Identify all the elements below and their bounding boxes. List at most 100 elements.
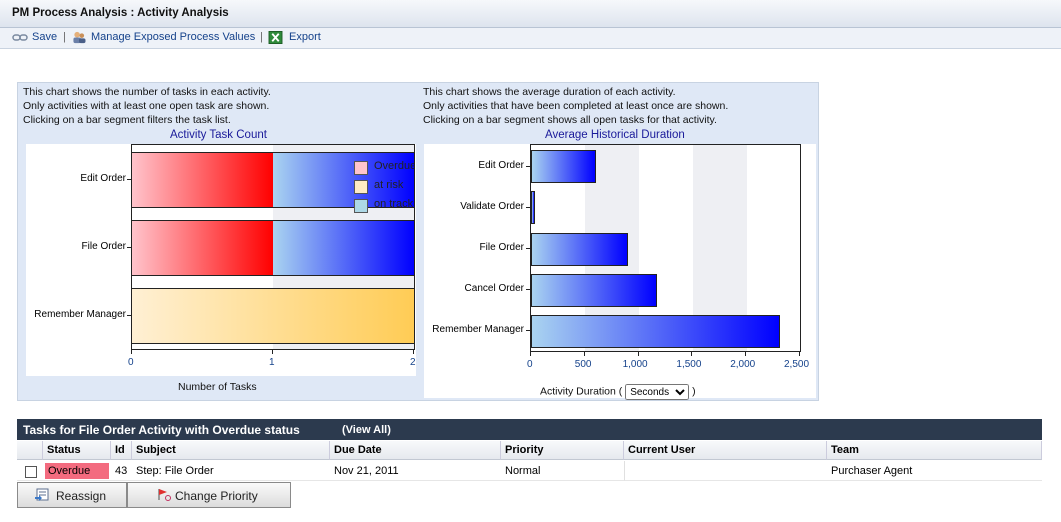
priority-cell: Normal xyxy=(501,461,624,481)
column-header-current-user[interactable]: Current User xyxy=(624,441,827,460)
task-count-chart-title: Activity Task Count xyxy=(170,129,267,141)
subject-cell[interactable]: Step: File Order xyxy=(132,461,330,481)
x-tick-mark xyxy=(745,351,747,356)
id-cell: 43 xyxy=(111,461,132,481)
duration-chart: Activity Duration ( Seconds ) Edit Order… xyxy=(424,144,816,400)
column-header-due-date[interactable]: Due Date xyxy=(330,441,501,460)
x-tick-label: 2,000 xyxy=(730,359,756,370)
y-tick-mark xyxy=(127,179,131,180)
priority-icon xyxy=(158,489,171,501)
charts-panel: This chart shows the number of tasks in … xyxy=(17,82,819,401)
link-icon[interactable] xyxy=(12,31,28,44)
task-count-description: This chart shows the number of tasks in … xyxy=(23,85,271,127)
y-tick-label: Cancel Order xyxy=(464,283,524,295)
y-tick-label: File Order xyxy=(479,242,524,253)
toolbar-separator: | xyxy=(260,31,263,43)
task-grid-header: Tasks for File Order Activity with Overd… xyxy=(17,419,1042,440)
x-tick-mark xyxy=(691,351,693,356)
task-count-chart: Overdue at risk on track Number of Tasks E… xyxy=(26,144,416,393)
y-tick-label: Edit Order xyxy=(80,173,126,184)
column-header-team[interactable]: Team xyxy=(827,441,1042,460)
bar-segment-overdue[interactable] xyxy=(132,152,273,208)
y-tick-label: Validate Order xyxy=(460,200,524,212)
bar-segment-at-risk[interactable] xyxy=(132,288,414,344)
excel-icon[interactable] xyxy=(268,31,283,44)
reassign-icon xyxy=(35,488,49,501)
description-line: This chart shows the number of tasks in … xyxy=(23,86,271,98)
x-tick-mark xyxy=(131,349,132,354)
status-badge: Overdue xyxy=(45,463,109,479)
view-all-link[interactable]: (View All) xyxy=(342,424,391,436)
bar-segment-on-track[interactable] xyxy=(273,220,414,276)
duration-x-axis-title: Activity Duration ( Seconds ) xyxy=(540,384,696,400)
bar-segment-overdue[interactable] xyxy=(132,220,273,276)
x-tick-mark xyxy=(799,351,800,356)
description-line: Only activities with at least one open t… xyxy=(23,100,270,112)
description-line: Clicking on a bar segment filters the ta… xyxy=(23,114,231,126)
x-tick-mark xyxy=(637,351,639,356)
description-line: Only activities that have been completed… xyxy=(423,100,729,112)
y-tick-mark xyxy=(526,206,530,208)
page-title: PM Process Analysis : Activity Analysis xyxy=(12,7,229,19)
x-tick-label: 1,500 xyxy=(676,359,702,370)
legend-label: Overdue xyxy=(374,160,414,172)
y-tick-mark xyxy=(526,248,530,249)
due-date-cell: Nov 21, 2011 xyxy=(330,461,501,481)
y-tick-mark xyxy=(526,165,530,167)
duration-description: This chart shows the average duration of… xyxy=(423,85,728,127)
duration-bar[interactable] xyxy=(531,273,657,307)
reassign-button[interactable]: Reassign xyxy=(17,482,127,508)
duration-plot-area xyxy=(530,144,801,352)
x-tick-mark xyxy=(583,351,585,356)
toolbar: Save | Manage Exposed Process Values | E… xyxy=(0,28,1061,49)
y-tick-label: Remember Manager xyxy=(432,324,524,336)
users-icon[interactable] xyxy=(71,31,87,44)
x-tick-label: 2,500 xyxy=(784,359,810,370)
x-tick-label: 0 xyxy=(128,357,134,368)
description-line: This chart shows the average duration of… xyxy=(423,86,676,98)
task-count-legend: Overdue at risk on track xyxy=(352,159,414,217)
x-tick-label: 0 xyxy=(527,359,533,370)
x-tick-label: 2 xyxy=(410,357,416,368)
y-tick-mark xyxy=(127,315,131,316)
legend-swatch xyxy=(354,180,368,194)
legend-swatch xyxy=(354,199,368,213)
duration-bar[interactable] xyxy=(531,150,596,184)
legend-swatch xyxy=(354,161,368,175)
y-tick-label: Remember Manager xyxy=(34,309,126,320)
duration-bar[interactable] xyxy=(531,314,780,348)
select-column-header xyxy=(17,441,43,460)
x-tick-mark xyxy=(530,351,531,356)
current-user-cell xyxy=(624,461,827,481)
export-button[interactable]: Export xyxy=(289,31,321,43)
reassign-button-label: Reassign xyxy=(56,489,107,503)
task-count-x-axis-title: Number of Tasks xyxy=(178,381,257,393)
save-button[interactable]: Save xyxy=(32,31,57,43)
column-header-subject[interactable]: Subject xyxy=(132,441,330,460)
title-bar: PM Process Analysis : Activity Analysis xyxy=(0,0,1061,28)
y-tick-label: Edit Order xyxy=(478,159,524,171)
status-cell: Overdue xyxy=(43,461,111,481)
duration-unit-select[interactable]: Seconds xyxy=(625,384,690,400)
change-priority-button-label: Change Priority xyxy=(175,489,258,503)
duration-bar[interactable] xyxy=(531,232,628,266)
x-tick-label: 500 xyxy=(574,359,592,370)
task-count-plot-area: Overdue at risk on track xyxy=(131,144,415,350)
duration-bar[interactable] xyxy=(531,191,536,225)
column-header-id[interactable]: Id xyxy=(111,441,132,460)
y-tick-mark xyxy=(526,289,530,291)
x-tick-label: 1 xyxy=(269,357,275,368)
y-tick-mark xyxy=(526,330,530,332)
team-cell: Purchaser Agent xyxy=(827,461,1042,481)
description-line: Clicking on a bar segment shows all open… xyxy=(423,114,717,126)
table-row-select xyxy=(17,461,43,481)
change-priority-button[interactable]: Change Priority xyxy=(127,482,291,508)
column-header-status[interactable]: Status xyxy=(43,441,111,460)
row-checkbox[interactable] xyxy=(25,466,37,478)
x-tick-mark xyxy=(272,349,273,354)
manage-exposed-values-button[interactable]: Manage Exposed Process Values xyxy=(91,31,255,43)
x-tick-label: 1,000 xyxy=(622,359,648,370)
duration-axis-suffix: ) xyxy=(692,385,696,398)
column-header-priority[interactable]: Priority xyxy=(501,441,624,460)
toolbar-separator: | xyxy=(63,31,66,43)
